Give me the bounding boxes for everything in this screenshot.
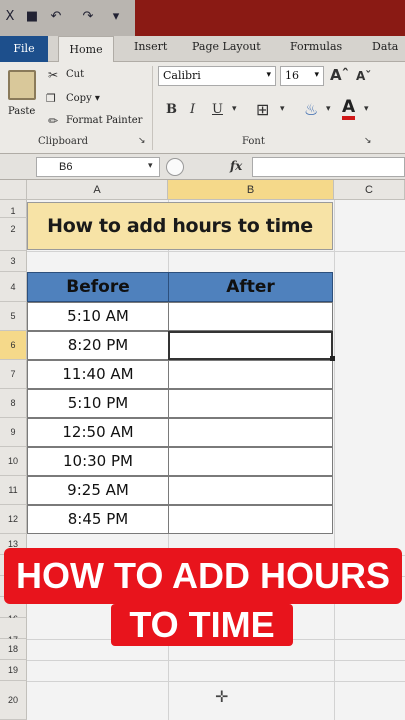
fill-handle[interactable] — [330, 356, 335, 361]
row-header[interactable]: 9 — [0, 418, 27, 447]
name-box-value: B6 — [59, 161, 73, 173]
gridline — [334, 200, 335, 720]
font-color-icon[interactable]: A — [342, 98, 356, 120]
cell-cursor-icon: ✛ — [215, 687, 229, 706]
after-cell[interactable] — [168, 505, 333, 534]
after-cell[interactable] — [168, 302, 333, 331]
before-cell[interactable]: 10:30 PM — [27, 447, 169, 476]
clipboard-group-label: Clipboard — [38, 136, 89, 147]
formula-bar: B6 ▾ fx — [0, 154, 405, 180]
ribbon-home: Paste ✂ Cut ❐ Copy ▾ ✏ Format Painter Cl… — [0, 62, 405, 154]
title-bar — [135, 0, 405, 36]
font-group-label: Font — [242, 136, 265, 147]
column-header-b[interactable]: B — [168, 180, 334, 200]
title-cell[interactable]: How to add hours to time — [27, 202, 333, 250]
row-header[interactable]: 20 — [0, 681, 27, 720]
fill-color-icon[interactable]: ♨ — [304, 100, 318, 119]
group-divider — [152, 66, 153, 150]
shrink-font-icon[interactable]: Aˇ — [356, 69, 371, 83]
video-caption-line2: TO TIME — [111, 604, 293, 646]
font-size-value: 16 — [285, 69, 299, 82]
after-cell[interactable] — [168, 418, 333, 447]
format-painter-icon[interactable]: ✏ — [48, 114, 58, 128]
after-cell[interactable] — [168, 476, 333, 505]
cut-button[interactable]: Cut — [66, 69, 84, 80]
row-header[interactable]: 3 — [0, 251, 27, 272]
tab-formulas[interactable]: Formulas — [290, 40, 342, 53]
row-header[interactable]: 7 — [0, 360, 27, 389]
formula-input[interactable] — [252, 157, 405, 177]
save-icon[interactable]: ■ — [24, 9, 40, 25]
header-cell-after[interactable]: After — [168, 272, 333, 302]
column-header-c[interactable]: C — [334, 180, 405, 200]
before-cell[interactable]: 8:45 PM — [27, 505, 169, 534]
row-header[interactable]: 4 — [0, 272, 27, 302]
customize-toolbar-icon[interactable]: ▾ — [108, 9, 124, 25]
after-cell[interactable] — [168, 447, 333, 476]
row-header[interactable]: 8 — [0, 389, 27, 418]
gridline — [27, 660, 405, 661]
fill-color-dropdown-icon[interactable]: ▾ — [326, 104, 331, 114]
gridline — [27, 681, 405, 682]
grow-font-icon[interactable]: Aˆ — [330, 66, 349, 84]
font-name-value: Calibri — [163, 69, 201, 82]
after-cell-active[interactable] — [168, 331, 333, 360]
chevron-down-icon: ▾ — [314, 70, 319, 80]
chevron-down-icon: ▾ — [266, 70, 271, 80]
before-cell[interactable]: 5:10 AM — [27, 302, 169, 331]
tab-file[interactable]: File — [0, 36, 48, 62]
before-cell[interactable]: 8:20 PM — [27, 331, 169, 360]
copy-button[interactable]: Copy ▾ — [66, 93, 100, 104]
italic-button[interactable]: I — [190, 102, 195, 117]
row-header[interactable]: 6 — [0, 331, 27, 360]
tab-insert[interactable]: Insert — [134, 40, 167, 53]
tab-home[interactable]: Home — [58, 36, 114, 63]
underline-button[interactable]: U — [212, 102, 223, 117]
borders-icon[interactable]: ⊞ — [256, 100, 269, 119]
select-all-corner[interactable] — [0, 180, 27, 200]
font-launcher-icon[interactable]: ↘ — [364, 136, 372, 146]
bold-button[interactable]: B — [166, 102, 177, 117]
name-box[interactable]: B6 — [36, 157, 160, 177]
before-cell[interactable]: 5:10 PM — [27, 389, 169, 418]
row-header[interactable]: 1 — [0, 200, 27, 218]
after-cell[interactable] — [168, 389, 333, 418]
underline-options-icon[interactable]: ▾ — [232, 104, 237, 114]
clipboard-launcher-icon[interactable]: ↘ — [138, 136, 146, 146]
video-caption-line1: HOW TO ADD HOURS — [4, 548, 402, 604]
format-painter-button[interactable]: Format Painter — [66, 115, 142, 126]
paste-button[interactable]: Paste — [8, 106, 35, 117]
font-name-dropdown[interactable]: Calibri ▾ — [158, 66, 276, 86]
borders-dropdown-icon[interactable]: ▾ — [280, 104, 285, 114]
after-cell[interactable] — [168, 360, 333, 389]
redo-icon[interactable]: ↷ — [80, 9, 96, 25]
row-header[interactable]: 2 — [0, 218, 27, 251]
row-header[interactable]: 19 — [0, 660, 27, 681]
undo-icon[interactable]: ↶ — [48, 9, 64, 25]
row-header[interactable]: 10 — [0, 447, 27, 476]
before-cell[interactable]: 9:25 AM — [27, 476, 169, 505]
paste-icon[interactable] — [8, 70, 36, 100]
copy-icon[interactable]: ❐ — [46, 92, 56, 105]
tab-data[interactable]: Data — [372, 40, 398, 53]
header-cell-before[interactable]: Before — [27, 272, 169, 302]
before-cell[interactable]: 11:40 AM — [27, 360, 169, 389]
row-header[interactable]: 11 — [0, 476, 27, 505]
name-box-dropdown-icon[interactable]: ▾ — [148, 161, 153, 171]
row-header[interactable]: 18 — [0, 639, 27, 660]
column-header-a[interactable]: A — [27, 180, 168, 200]
row-header[interactable]: 12 — [0, 505, 27, 534]
formula-bar-divider-icon — [166, 158, 184, 176]
tab-page-layout[interactable]: Page Layout — [192, 40, 261, 53]
row-header[interactable]: 17 — [0, 618, 27, 645]
row-header[interactable]: 5 — [0, 302, 27, 331]
before-cell[interactable]: 12:50 AM — [27, 418, 169, 447]
cut-icon[interactable]: ✂ — [48, 68, 58, 82]
gridline — [27, 251, 405, 252]
excel-logo-icon: X — [5, 9, 15, 24]
font-size-dropdown[interactable]: 16 ▾ — [280, 66, 324, 86]
font-color-dropdown-icon[interactable]: ▾ — [364, 104, 369, 114]
insert-function-button[interactable]: fx — [230, 159, 242, 173]
